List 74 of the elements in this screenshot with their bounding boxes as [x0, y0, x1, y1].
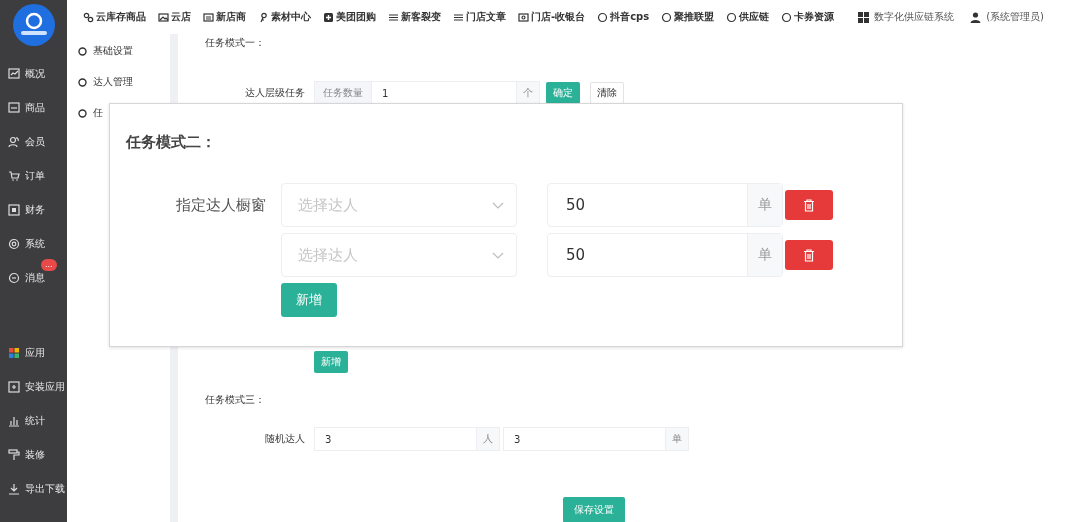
- list-icon: [388, 11, 399, 23]
- section-title: 任务模式一：: [205, 36, 265, 50]
- image-icon: [158, 11, 169, 23]
- grid-icon: [8, 347, 20, 359]
- sidebar-item[interactable]: 安装应用: [0, 370, 67, 404]
- nav-link[interactable]: 供应链: [726, 10, 770, 24]
- sidebar-item[interactable]: 统计: [0, 404, 67, 438]
- nav-link[interactable]: 门店-收银台: [518, 10, 586, 24]
- submenu-item[interactable]: 基础设置: [67, 42, 170, 60]
- circle-icon: [78, 108, 87, 118]
- sidebar-item[interactable]: 订单: [0, 159, 67, 193]
- sidebar-item[interactable]: 商品: [0, 91, 67, 125]
- grid-icon: [858, 11, 870, 23]
- download-icon: [8, 483, 20, 495]
- delete-button[interactable]: [785, 190, 833, 220]
- circle-icon: [661, 11, 673, 23]
- nav-link[interactable]: 抖音cps: [597, 10, 650, 24]
- nav-link[interactable]: 新客裂变: [388, 10, 441, 24]
- people-icon: [8, 136, 20, 148]
- notification-badge: ...: [41, 259, 57, 271]
- submenu-item[interactable]: 任: [67, 104, 170, 122]
- sidebar-item[interactable]: 消息 ...: [0, 261, 67, 295]
- ledger-icon: [8, 204, 20, 216]
- system-switcher[interactable]: 数字化供应链系统: [858, 10, 955, 24]
- input-field[interactable]: 3 单: [503, 427, 689, 451]
- sidebar-item[interactable]: 系统: [0, 227, 67, 261]
- key-icon: [258, 11, 269, 23]
- section-title: 任务模式三：: [205, 393, 265, 407]
- sidebar-item[interactable]: 导出下载: [0, 472, 67, 506]
- link-icon: [83, 11, 94, 23]
- cart-icon: [8, 170, 20, 182]
- user-icon: [970, 11, 982, 23]
- circle-icon: [726, 11, 738, 23]
- trash-icon: [803, 248, 815, 262]
- circle-icon: [78, 46, 87, 56]
- sidebar-item[interactable]: 会员: [0, 125, 67, 159]
- circle-icon: [781, 11, 793, 23]
- sidebar-item[interactable]: 装修: [0, 438, 67, 472]
- circle-icon: [78, 77, 87, 87]
- nav-link[interactable]: 素材中心: [258, 10, 311, 24]
- delete-button[interactable]: [785, 240, 833, 270]
- trash-icon: [803, 198, 815, 212]
- nav-link[interactable]: 美团团购: [323, 10, 376, 24]
- submenu-item[interactable]: 达人管理: [67, 73, 170, 91]
- document-icon: [203, 11, 214, 23]
- modal-title: 任务模式二：: [126, 133, 216, 152]
- chart-icon: [8, 68, 20, 80]
- clear-button[interactable]: 清除: [590, 82, 624, 104]
- circle-icon: [597, 11, 609, 23]
- gear-icon: [8, 238, 20, 250]
- sidebar-item[interactable]: 应用: [0, 336, 67, 370]
- sidebar-item[interactable]: 财务: [0, 193, 67, 227]
- nav-link[interactable]: 新店商: [203, 10, 246, 24]
- nav-link[interactable]: 卡券资源: [781, 10, 835, 24]
- nav-link[interactable]: 云店: [158, 10, 191, 24]
- nav-link[interactable]: 云库存商品: [83, 10, 146, 24]
- plus-square-icon: [323, 11, 334, 23]
- sidebar-item[interactable]: 概况: [0, 57, 67, 91]
- card-icon: [518, 11, 529, 23]
- input-field[interactable]: 50 单: [547, 183, 783, 227]
- input-field[interactable]: 50 单: [547, 233, 783, 277]
- input-field[interactable]: 3 人: [314, 427, 500, 451]
- nav-link[interactable]: 聚推联盟: [661, 10, 715, 24]
- field-label: 随机达人: [264, 432, 305, 446]
- field-label: 达人层级任务: [244, 86, 305, 100]
- chevron-down-icon: [492, 251, 504, 259]
- chevron-down-icon: [492, 201, 504, 209]
- logo-icon: [11, 3, 56, 47]
- bar-chart-icon: [8, 415, 20, 427]
- paint-roller-icon: [8, 449, 20, 461]
- field-label: 指定达人橱窗: [175, 195, 267, 215]
- nav-link[interactable]: 门店文章: [453, 10, 506, 24]
- user-menu[interactable]: (系统管理员): [970, 10, 1044, 24]
- list-icon: [453, 11, 464, 23]
